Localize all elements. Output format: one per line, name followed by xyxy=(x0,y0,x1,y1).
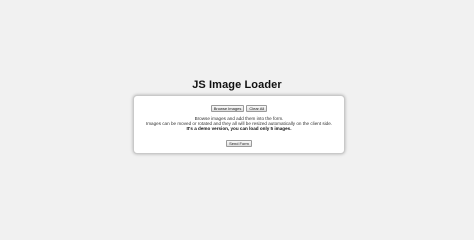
clear-all-button[interactable]: Clear All xyxy=(246,105,268,112)
form-instructions: Browse images and add them into the form… xyxy=(134,116,344,131)
form-button-row: Browse Images Clear All xyxy=(134,105,344,112)
browse-images-button[interactable]: Browse Images xyxy=(210,105,245,112)
page: { "title": "JS Image Loader", "form": { … xyxy=(0,0,474,232)
send-row: Send Form xyxy=(134,140,344,147)
demo-limit-note: It's a demo version, you can load only 5… xyxy=(186,126,292,131)
page-title: JS Image Loader xyxy=(192,79,282,91)
send-form-button[interactable]: Send Form xyxy=(226,140,252,147)
image-loader-form: Browse Images Clear All Browse images and… xyxy=(133,95,345,154)
